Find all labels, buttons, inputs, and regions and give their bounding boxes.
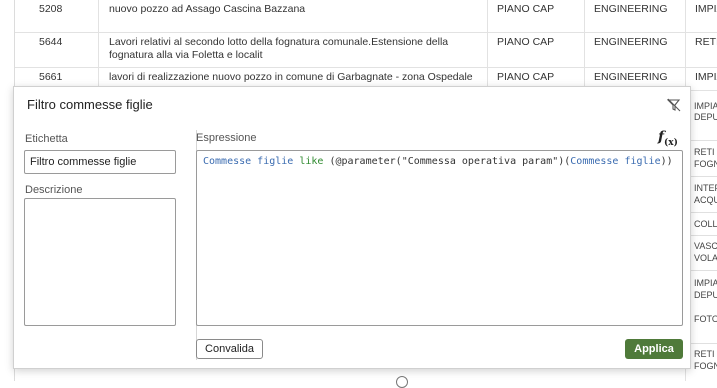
expression-field-token: Commesse figlie (570, 156, 661, 167)
description-field-label: Descrizione (25, 184, 83, 196)
expression-parameter-token: (@parameter("Commessa operativa param")( (323, 156, 571, 167)
row-description: lavori di realizzazione nuovo pozzo in c… (109, 71, 473, 83)
expression-editor[interactable]: Commesse figlie like (@parameter("Commes… (196, 150, 683, 326)
column-divider (584, 0, 585, 90)
row-division: ENGINEERING (594, 3, 668, 15)
row-type: IMPIA ACQU (695, 71, 717, 83)
expression-field-token: Commesse figlie (203, 156, 294, 167)
apply-button[interactable]: Applica (625, 339, 683, 359)
label-field[interactable]: Filtro commesse figlie (24, 150, 176, 174)
right-cell: FOTO (694, 314, 717, 324)
row-description: Lavori relativi al secondo lotto della f… (109, 36, 449, 61)
right-cell: FOGN (694, 361, 717, 371)
row-client: PIANO CAP (497, 3, 555, 15)
dialog-title: Filtro commesse figlie (27, 97, 153, 112)
right-cell: RETI (694, 147, 715, 157)
row-division: ENGINEERING (594, 36, 668, 48)
row-divider (690, 235, 717, 236)
right-cell: VASC (694, 241, 717, 251)
row-type: RETI FOGN (695, 36, 717, 48)
row-divider (690, 176, 717, 177)
row-divider (690, 343, 717, 344)
row-divider (690, 140, 717, 141)
right-cell: ACQU (694, 195, 717, 205)
row-description: nuovo pozzo ad Assago Cascina Bazzana (109, 3, 306, 15)
row-division: ENGINEERING (594, 71, 668, 83)
row-id: 5208 (39, 3, 63, 15)
row-id: 5644 (39, 36, 63, 48)
right-cell: DEPU (694, 112, 717, 122)
row-id: 5661 (39, 71, 63, 83)
expression-operator-token: like (299, 156, 324, 167)
label-field-label: Etichetta (25, 133, 68, 145)
scroll-handle-icon[interactable] (396, 376, 408, 388)
right-cell: FOGN (694, 159, 717, 169)
row-client: PIANO CAP (497, 71, 555, 83)
right-cell: DEPU (694, 290, 717, 300)
description-field[interactable] (24, 198, 176, 326)
right-cell: INTEF (694, 183, 717, 193)
table-row[interactable]: 5644 Lavori relativi al secondo lotto de… (15, 33, 717, 68)
column-divider (98, 0, 99, 90)
right-cell: COLL (694, 219, 717, 229)
right-cell: VOLA (694, 253, 717, 263)
row-divider (690, 270, 717, 271)
row-type: IMPIA ACQU (695, 3, 717, 15)
row-divider (690, 212, 717, 213)
table-row[interactable]: 5208 nuovo pozzo ad Assago Cascina Bazza… (15, 0, 717, 33)
expression-label: Espressione (196, 132, 257, 144)
right-cell: IMPIA (694, 101, 717, 111)
filter-dialog: Filtro commesse figlie Etichetta Filtro … (13, 86, 691, 369)
right-cell: RETI (694, 349, 715, 359)
function-icon[interactable]: f(x) (658, 129, 678, 148)
filter-clear-icon[interactable] (667, 98, 681, 112)
row-client: PIANO CAP (497, 36, 555, 48)
expression-closing-token: )) (660, 156, 673, 167)
right-cell: IMPIA (694, 278, 717, 288)
validate-button[interactable]: Convalida (196, 339, 263, 359)
column-divider (487, 0, 488, 90)
